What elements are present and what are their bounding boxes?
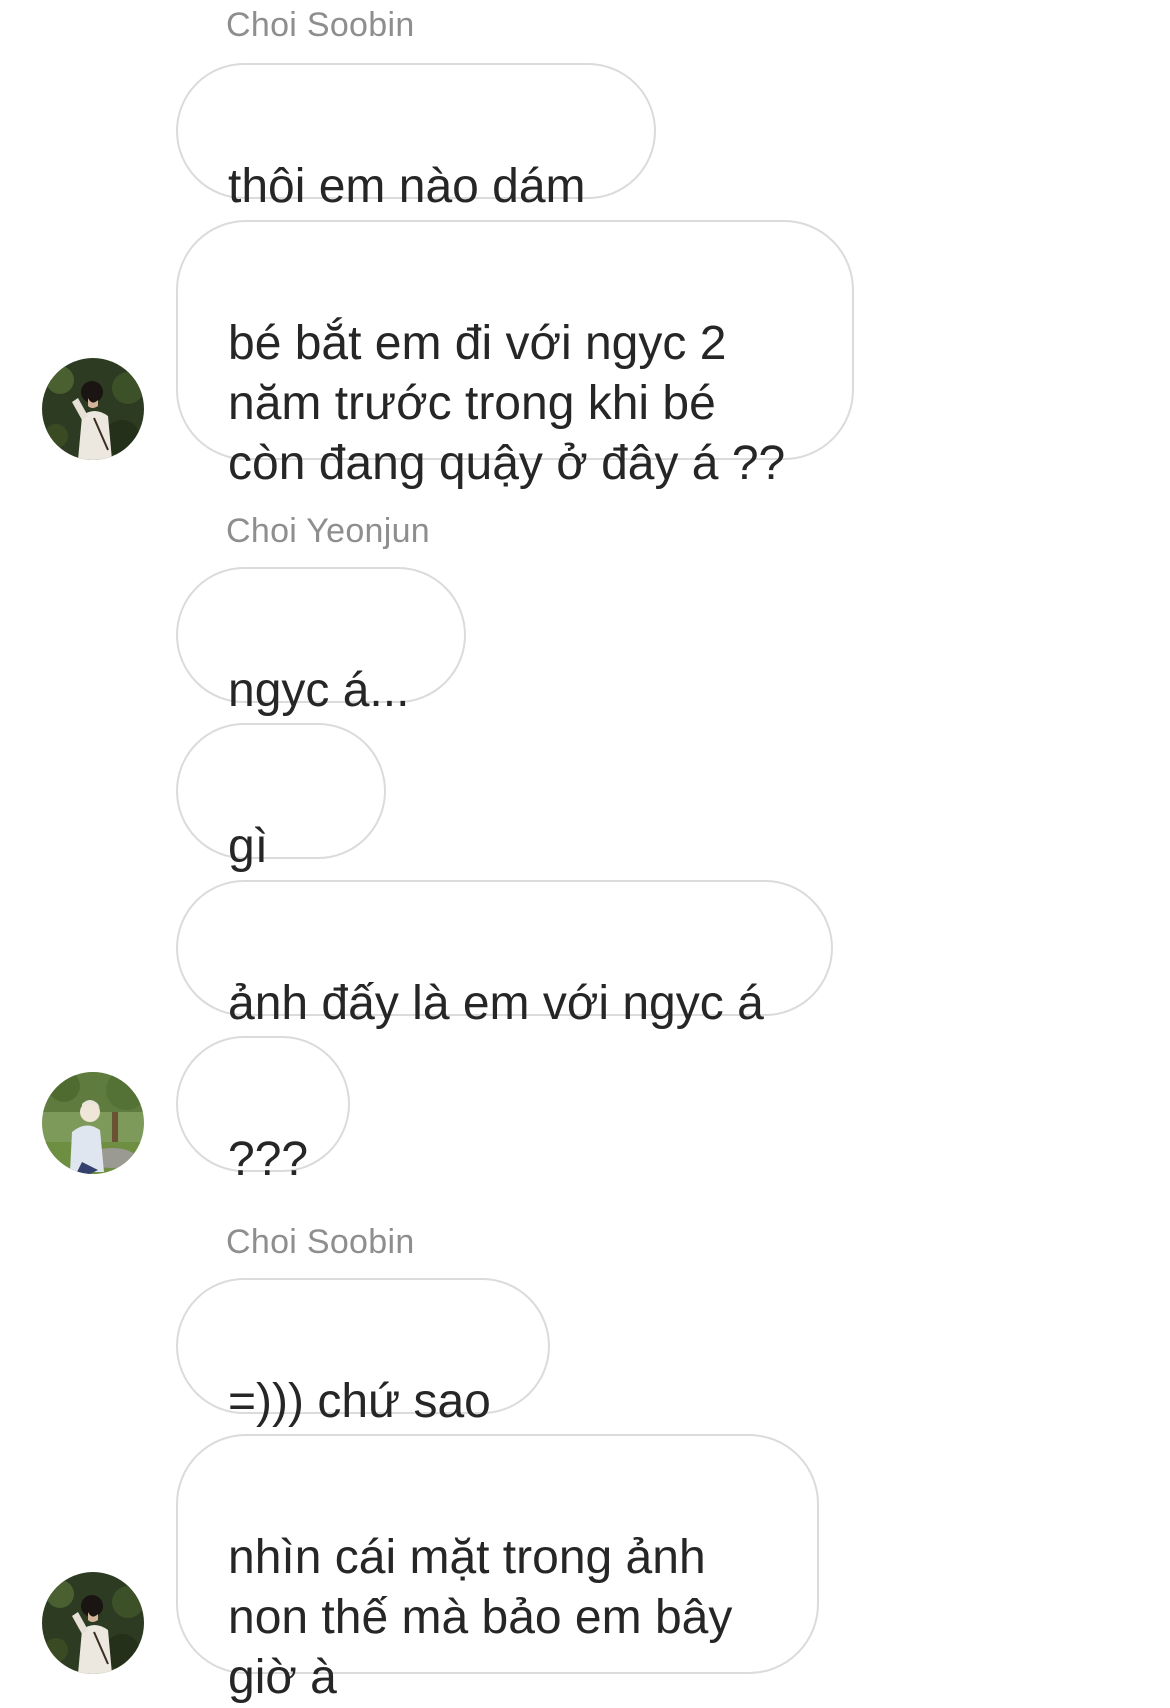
message-text: thôi em nào dám [228,160,586,213]
message-bubble[interactable]: =))) chứ sao [176,1278,550,1428]
message-text: ??? [228,1133,309,1186]
message-text: =))) chứ sao [228,1375,491,1428]
message-text: ảnh đấy là em với ngyc á [228,977,764,1030]
sender-name: Choi Soobin [226,6,415,44]
message-bubble[interactable]: ảnh đấy là em với ngyc á [176,880,833,1030]
message-bubble[interactable]: gì cơ [176,723,386,933]
message-bubble[interactable]: bé bắt em đi với ngyc 2 năm trước trong … [176,220,854,490]
message-bubble[interactable]: nhìn cái mặt trong ảnh non thế mà bảo em… [176,1434,819,1704]
avatar[interactable] [42,1572,144,1674]
message-text: bé bắt em đi với ngyc 2 năm trước trong … [228,317,786,490]
sender-name: Choi Soobin [226,1223,415,1261]
profile-photo-icon [42,1072,144,1174]
message-bubble[interactable]: ngyc á... [176,567,466,717]
profile-photo-icon [42,358,144,460]
profile-photo-icon [42,1572,144,1674]
avatar[interactable] [42,1072,144,1174]
sender-name: Choi Yeonjun [226,512,431,550]
avatar[interactable] [42,358,144,460]
message-text: nhìn cái mặt trong ảnh non thế mà bảo em… [228,1531,733,1704]
message-bubble[interactable]: ??? [176,1036,350,1186]
message-bubble[interactable]: thôi em nào dám [176,63,656,213]
message-text: ngyc á... [228,664,410,717]
